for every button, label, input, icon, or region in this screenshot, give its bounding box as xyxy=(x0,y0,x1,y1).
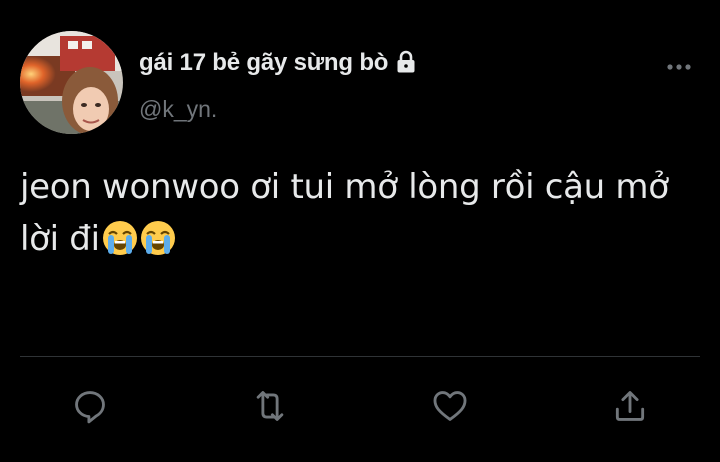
author-handle[interactable]: @k_yn. xyxy=(139,96,217,123)
tweet-text: jeon wonwoo ơi tui mở lòng rồi cậu mở lờ… xyxy=(20,161,690,265)
reply-button[interactable] xyxy=(66,382,114,430)
loudly-crying-face-icon xyxy=(140,221,175,255)
lock-icon xyxy=(397,50,415,72)
action-bar xyxy=(0,382,720,430)
author-name-row[interactable]: gái 17 bẻ gãy sừng bò xyxy=(139,49,416,77)
avatar[interactable] xyxy=(20,31,123,134)
tweet-text-line-2-text: lời đi xyxy=(20,219,100,259)
heart-icon xyxy=(433,391,467,421)
share-button[interactable] xyxy=(606,382,654,430)
retweet-icon xyxy=(256,391,284,421)
divider xyxy=(20,356,700,357)
loudly-crying-face-icon xyxy=(102,221,137,255)
avatar-image xyxy=(20,31,123,134)
author-display-name[interactable]: gái 17 bẻ gãy sừng bò xyxy=(139,49,388,77)
like-button[interactable] xyxy=(426,382,474,430)
retweet-button[interactable] xyxy=(246,382,294,430)
reply-icon xyxy=(75,391,105,424)
share-icon xyxy=(615,391,645,421)
tweet-text-line-2: lời đi xyxy=(20,213,690,265)
tweet-text-line-1: jeon wonwoo ơi tui mở lòng rồi cậu mở xyxy=(20,167,669,207)
more-horizontal-icon[interactable] xyxy=(666,63,692,71)
